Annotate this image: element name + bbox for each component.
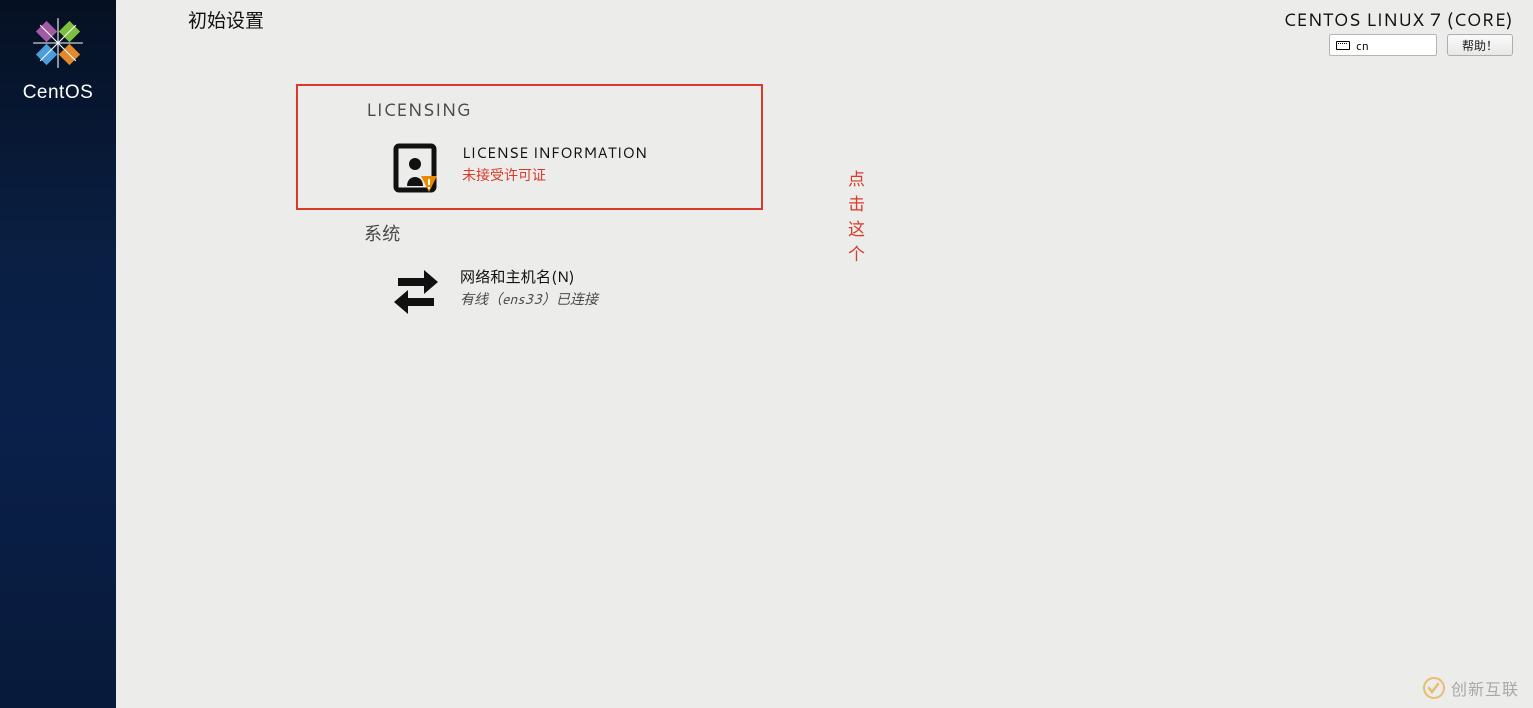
click-this-annotation: 点击这个	[848, 165, 865, 265]
network-spoke-status: 有线（ens33）已连接	[460, 289, 598, 309]
help-button[interactable]: 帮助！	[1447, 34, 1513, 56]
content: LICENSING LICENSE INFORMATION 未接受许可证	[296, 84, 1503, 318]
page-title: 初始设置	[188, 6, 264, 34]
license-information-spoke[interactable]: LICENSE INFORMATION 未接受许可证	[392, 142, 761, 194]
network-spoke-title: 网络和主机名(N)	[460, 266, 598, 287]
network-arrows-icon	[390, 266, 442, 318]
watermark: 创新互联	[1423, 676, 1519, 700]
centos-logo-icon	[31, 16, 85, 70]
licensing-header: LICENSING	[366, 96, 761, 122]
keyboard-icon	[1336, 41, 1350, 50]
keyboard-layout-code: cn	[1356, 37, 1369, 54]
centos-logo: CentOS	[23, 16, 94, 104]
network-spoke-text: 网络和主机名(N) 有线（ens33）已连接	[460, 266, 598, 309]
keyboard-layout-selector[interactable]: cn	[1329, 34, 1437, 56]
license-icon-with-warning	[392, 142, 444, 194]
help-button-label: 帮助！	[1462, 37, 1498, 54]
sidebar: CentOS	[0, 0, 116, 708]
system-section: 系统 网络和主机名(N) 有线（ens33）已连接	[364, 220, 1503, 318]
license-spoke-status: 未接受许可证	[462, 165, 647, 185]
main-panel: 初始设置 CENTOS LINUX 7 (CORE) cn 帮助！ LICENS…	[116, 0, 1533, 708]
system-header: 系统	[364, 220, 1503, 246]
centos-brand-text: CentOS	[23, 82, 94, 104]
license-spoke-title: LICENSE INFORMATION	[462, 142, 647, 163]
os-label: CENTOS LINUX 7 (CORE)	[1283, 6, 1513, 32]
license-spoke-text: LICENSE INFORMATION 未接受许可证	[462, 142, 647, 185]
licensing-section-highlight: LICENSING LICENSE INFORMATION 未接受许可证	[296, 84, 763, 210]
watermark-icon	[1423, 677, 1445, 699]
watermark-text: 创新互联	[1451, 676, 1519, 700]
top-toolbar: cn 帮助！	[1329, 34, 1513, 56]
network-hostname-spoke[interactable]: 网络和主机名(N) 有线（ens33）已连接	[390, 266, 1503, 318]
header: 初始设置 CENTOS LINUX 7 (CORE) cn 帮助！	[188, 2, 1513, 52]
